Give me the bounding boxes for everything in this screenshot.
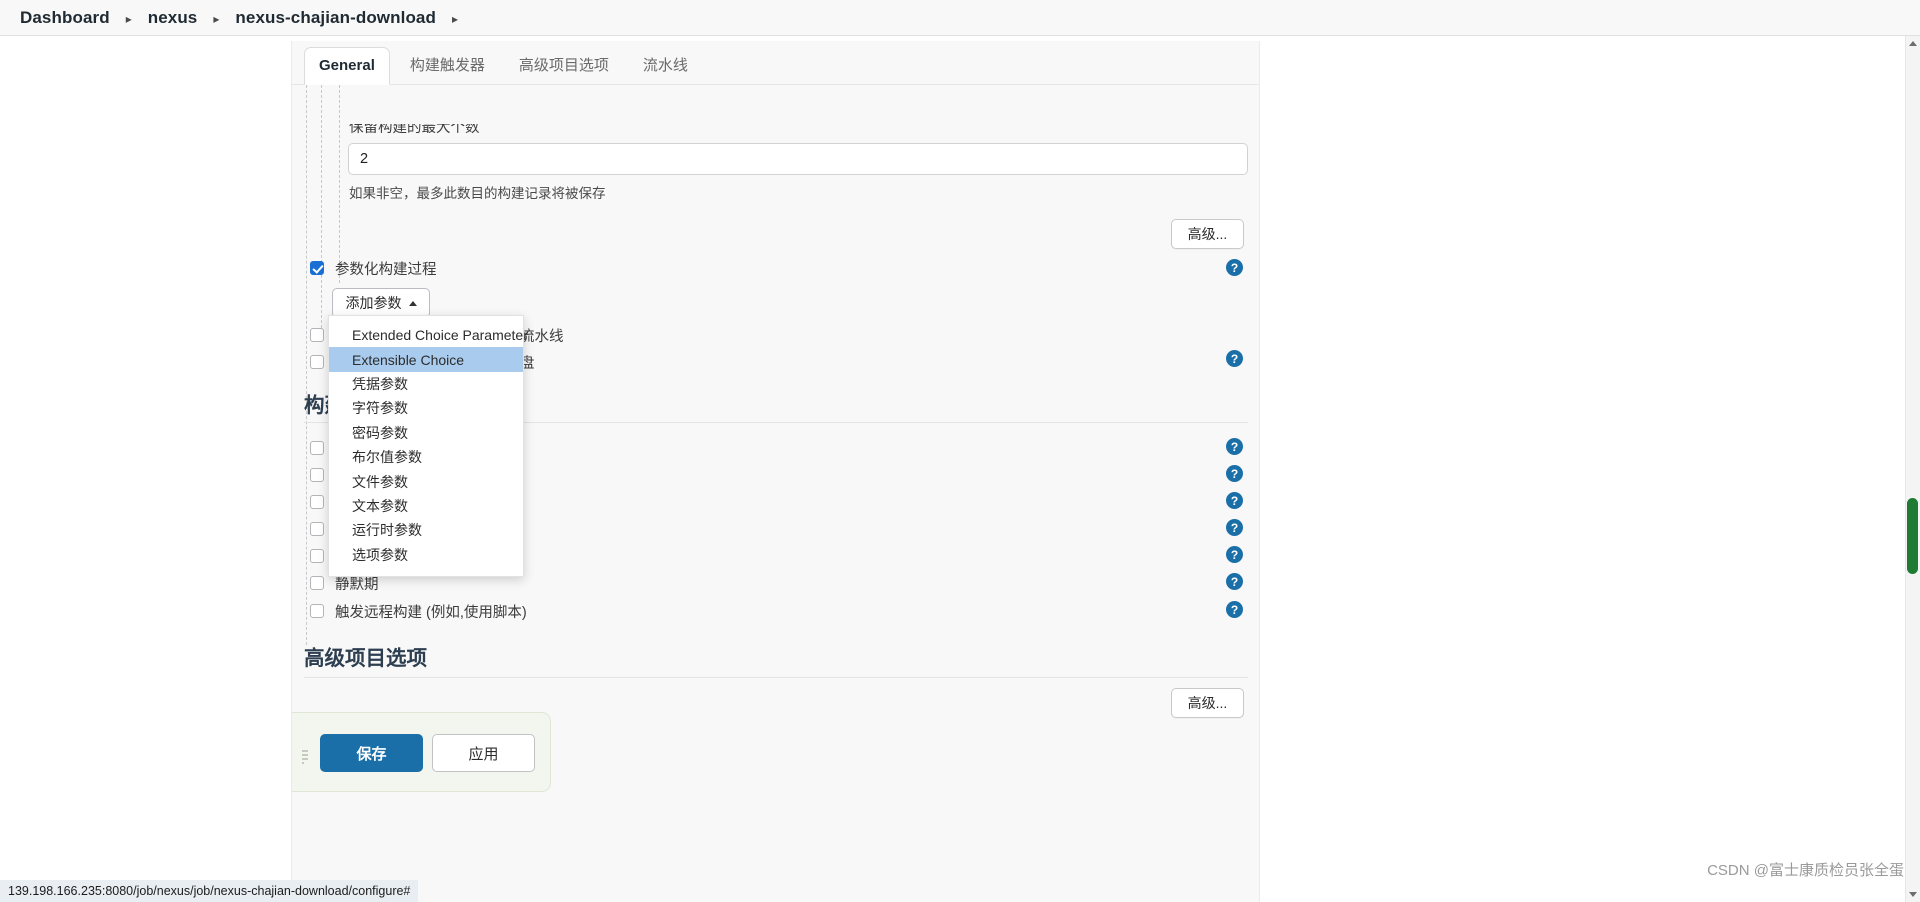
build-option-row-1 [310,438,324,458]
help-icon-build-5[interactable]: ? [1226,546,1243,563]
dropdown-item-credentials-parameter[interactable]: 凭据参数 [329,372,523,396]
scroll-down-arrow-icon[interactable] [1905,887,1920,902]
dropdown-item-string-parameter[interactable]: 字符参数 [329,396,523,420]
help-icon-parameterized[interactable]: ? [1226,259,1243,276]
watermark-text: CSDN @富士康质检员张全蛋 [1707,862,1904,879]
breadcrumb-item-dashboard[interactable]: Dashboard [18,8,112,28]
build-option-checkbox-4[interactable] [310,522,324,536]
advanced-button-top[interactable]: 高级... [1171,219,1244,249]
build-option-row-2 [310,465,324,485]
dropdown-item-text-parameter[interactable]: 文本参数 [329,494,523,518]
build-option-checkbox-2[interactable] [310,468,324,482]
vertical-scrollbar-track[interactable] [1905,36,1920,902]
advanced-section-heading: 高级项目选项 [304,647,427,670]
status-bar-link-preview: 139.198.166.235:8080/job/nexus/job/nexus… [0,880,419,902]
build-option-row-5 [310,546,324,566]
breadcrumb-item-job[interactable]: nexus-chajian-download [233,8,438,28]
tab-pipeline[interactable]: 流水线 [629,45,702,85]
section-guide-lower [306,85,307,645]
help-icon-build-3[interactable]: ? [1226,492,1243,509]
parameterized-build-checkbox[interactable] [310,261,324,275]
dropdown-item-boolean-parameter[interactable]: 布尔值参数 [329,445,523,469]
chevron-up-icon [408,300,417,306]
dropdown-item-extensible-choice[interactable]: Extensible Choice [329,347,523,372]
parameterized-build-row: 参数化构建过程 [310,258,437,278]
config-form-body: 保留构建的最大个数 如果非空，最多此数目的构建记录将被保存 高级... 参数化构… [292,85,1259,902]
build-option-checkbox-1[interactable] [310,441,324,455]
build-option-row-3 [310,492,324,512]
keep-builds-input[interactable] [348,143,1248,175]
quiet-period-checkbox[interactable] [310,576,324,590]
help-icon-build-2[interactable]: ? [1226,465,1243,482]
dropdown-item-password-parameter[interactable]: 密码参数 [329,421,523,445]
breadcrumb: Dashboard ▸ nexus ▸ nexus-chajian-downlo… [0,0,1920,36]
help-icon-remote-trigger[interactable]: ? [1226,601,1243,618]
section-guide-inner [339,85,340,283]
vertical-scrollbar-thumb[interactable] [1907,498,1918,574]
remote-trigger-checkbox[interactable] [310,604,324,618]
add-parameter-dropdown-menu[interactable]: Extended Choice Parameter Extensible Cho… [328,315,528,577]
advanced-section-rule [304,677,1248,678]
dropdown-item-choice-parameter[interactable]: 选项参数 [329,543,523,567]
remote-trigger-label: 触发远程构建 (例如,使用脚本) [335,604,527,621]
parameterized-build-label: 参数化构建过程 [335,261,437,278]
help-icon-build-1[interactable]: ? [1226,438,1243,455]
apply-button[interactable]: 应用 [432,734,535,772]
config-tab-bar: General 构建触发器 高级项目选项 流水线 [292,41,1259,85]
section-guide-outer [321,85,322,333]
breadcrumb-separator-icon: ▸ [213,11,220,26]
keep-builds-label: 保留构建的最大个数 [349,120,480,136]
tab-advanced-project-options[interactable]: 高级项目选项 [505,45,623,85]
help-icon-trigger-secondary[interactable]: ? [1226,350,1243,367]
trigger-secondary-checkbox[interactable] [310,355,324,369]
form-action-bar: 保存 应用 [292,712,551,792]
drag-handle-icon[interactable] [302,750,308,764]
add-parameter-label: 添加参数 [345,295,402,311]
dropdown-item-extended-choice-parameter[interactable]: Extended Choice Parameter [329,323,528,347]
tab-general[interactable]: General [304,47,390,85]
breadcrumb-dropdown-icon[interactable]: ▸ [438,12,472,26]
dropdown-item-run-parameter[interactable]: 运行时参数 [329,518,523,542]
tab-build-triggers[interactable]: 构建触发器 [396,45,499,85]
help-icon-build-4[interactable]: ? [1226,519,1243,536]
remote-trigger-row: 触发远程构建 (例如,使用脚本) [310,601,527,621]
dropdown-item-file-parameter[interactable]: 文件参数 [329,469,523,493]
job-configure-panel: General 构建触发器 高级项目选项 流水线 保留构建的最大个数 如果非空，… [291,41,1260,902]
keep-builds-help-text: 如果非空，最多此数目的构建记录将被保存 [349,186,606,201]
save-button[interactable]: 保存 [320,734,423,772]
build-option-checkbox-3[interactable] [310,495,324,509]
help-icon-quiet-period[interactable]: ? [1226,573,1243,590]
scroll-up-arrow-icon[interactable] [1905,36,1920,51]
breadcrumb-item-nexus[interactable]: nexus [146,8,200,28]
add-parameter-button[interactable]: 添加参数 [332,288,430,318]
breadcrumb-separator-icon: ▸ [125,11,132,26]
build-option-row-4 [310,519,324,539]
trigger-pipeline-checkbox[interactable] [310,328,324,342]
build-option-checkbox-5[interactable] [310,549,324,563]
advanced-button-bottom[interactable]: 高级... [1171,688,1244,718]
